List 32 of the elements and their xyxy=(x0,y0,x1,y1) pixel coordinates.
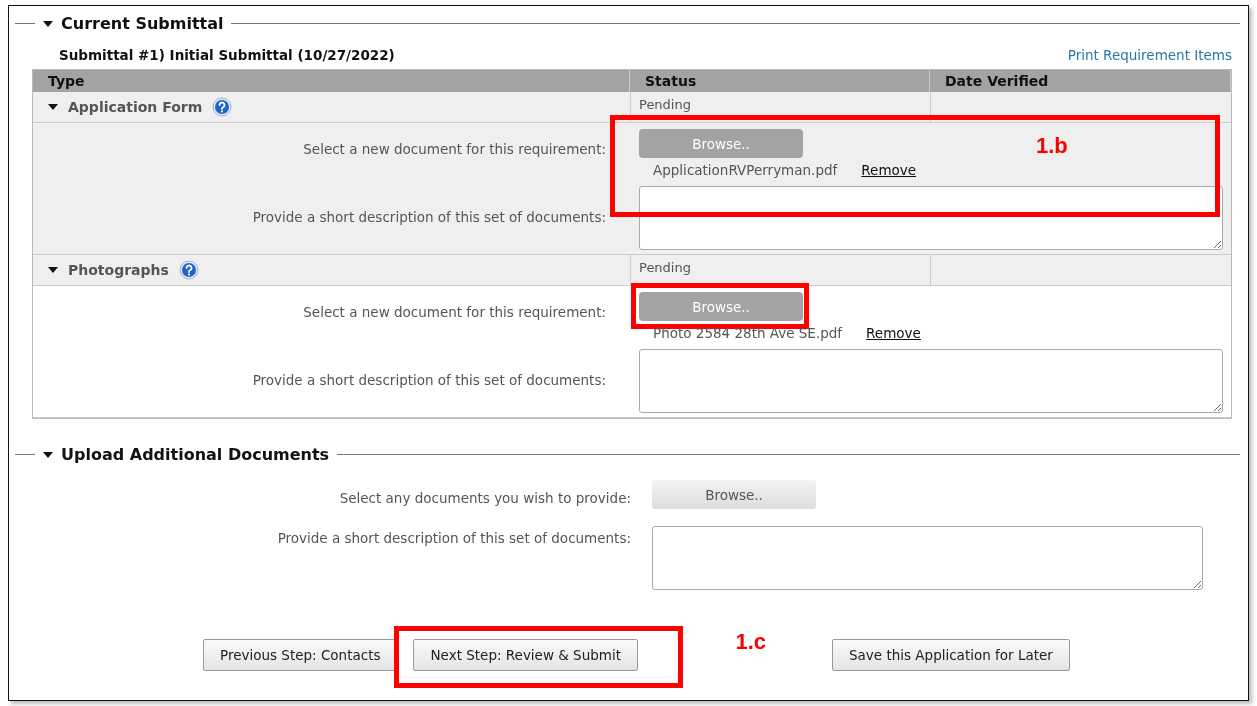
field-label: Provide a short description of this set of documents: xyxy=(252,372,606,388)
field-label: Provide a short description of this set of documents: xyxy=(252,209,606,225)
file-name: Photo 2584 28th Ave SE.pdf xyxy=(653,325,843,341)
caret-icon[interactable] xyxy=(48,267,58,273)
caret-icon[interactable] xyxy=(43,451,53,458)
print-link[interactable]: Print Requirement Items xyxy=(1067,47,1232,63)
annotation-label: 1.b xyxy=(1036,133,1068,159)
caret-icon[interactable] xyxy=(48,104,58,110)
section-title: Upload Additional Documents xyxy=(61,445,330,464)
field-label: Select a new document for this requirement: xyxy=(303,304,606,320)
status-cell: Pending xyxy=(639,97,691,112)
annotation-label: 1.c xyxy=(735,629,767,655)
section-title: Current Submittal xyxy=(61,14,224,33)
caret-icon[interactable] xyxy=(43,20,53,27)
description-field[interactable] xyxy=(652,526,1203,590)
submittal-title: Submittal #1) Initial Submittal (10/27/2022) xyxy=(59,47,395,63)
field-label: Select any documents you wish to provide: xyxy=(339,490,631,506)
remove-link[interactable]: Remove xyxy=(861,162,917,178)
requirement-name: Application Form xyxy=(68,99,203,115)
status-cell: Pending xyxy=(639,260,691,275)
field-label: Select a new document for this requirement: xyxy=(303,141,606,157)
step-button[interactable]: Next Step: Review & Submit xyxy=(413,639,638,671)
requirement-name: Photographs xyxy=(68,262,169,278)
browse-button[interactable]: Browse.. xyxy=(652,480,816,509)
help-icon[interactable] xyxy=(178,260,199,280)
help-icon[interactable] xyxy=(212,97,233,117)
field-label: Provide a short description of this set of documents: xyxy=(277,530,631,546)
step-button[interactable]: Save this Application for Later xyxy=(831,639,1070,671)
remove-link[interactable]: Remove xyxy=(866,325,921,341)
description-field[interactable] xyxy=(639,186,1223,250)
description-field[interactable] xyxy=(639,349,1223,413)
file-name: ApplicationRVPerryman.pdf xyxy=(653,162,838,178)
